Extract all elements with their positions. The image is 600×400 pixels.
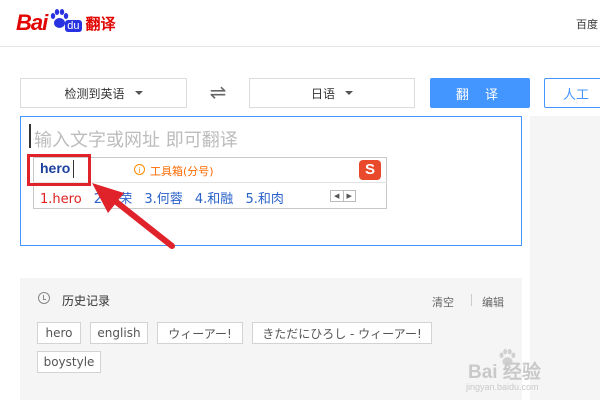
history-item[interactable]: english [90,322,148,344]
chevron-down-icon [134,91,143,95]
swap-languages-icon[interactable]: ⇌ [204,80,232,104]
clock-icon [38,292,50,304]
history-item[interactable]: boystyle [37,351,101,373]
human-translation-button[interactable]: 人工 [544,78,600,108]
ime-candidate[interactable]: 2.何荣 [94,192,132,207]
prev-page-icon[interactable]: ◀ [331,191,343,201]
sogou-logo-icon[interactable]: S [359,160,381,180]
ime-candidate[interactable]: 5.和肉 [245,192,283,207]
history-item[interactable]: ウィーアー! [157,322,243,344]
annotation-highlight-box [27,154,91,186]
chevron-down-icon [345,91,353,95]
history-item[interactable]: hero [37,322,81,344]
next-page-icon[interactable]: ▶ [342,191,356,201]
watermark-url: jingyan.baidu.com [466,382,539,392]
baidu-translate-logo[interactable]: Bai du 翻译 [16,9,116,37]
logo-du: du [65,20,82,32]
ime-candidate-list: 1.hero 2.何荣 3.何蓉 4.和融 5.和肉 [40,188,292,207]
ime-pager: ◀ ▶ [330,190,356,202]
logo-product-name: 翻译 [85,14,116,33]
ime-candidate[interactable]: 4.和融 [195,192,233,207]
history-item[interactable]: きただにひろし - ウィーアー! [252,322,432,344]
ime-candidate[interactable]: 3.何蓉 [144,192,182,207]
logo-text: Bai [16,10,48,35]
divider [471,294,472,306]
top-right-link[interactable]: 百度 [576,16,598,32]
watermark-title: Bai 经验 [468,362,541,383]
source-language-label: 检测到英语 [64,86,125,101]
history-title: 历史记录 [62,294,111,308]
clear-history-button[interactable]: 清空 [432,294,454,310]
source-language-select[interactable]: 检测到英语 [20,78,187,108]
edit-history-button[interactable]: 编辑 [482,294,504,310]
text-cursor [29,124,31,148]
target-language-label: 日语 [310,86,335,101]
translate-button[interactable]: 翻 译 [430,78,530,108]
info-icon[interactable]: i [134,164,145,175]
ime-candidate[interactable]: 1.hero [40,192,82,207]
ime-toolbox-label[interactable]: 工具箱(分号) [150,163,214,179]
input-placeholder: 输入文字或网址 即可翻译 [34,130,238,151]
target-language-select[interactable]: 日语 [249,78,415,108]
